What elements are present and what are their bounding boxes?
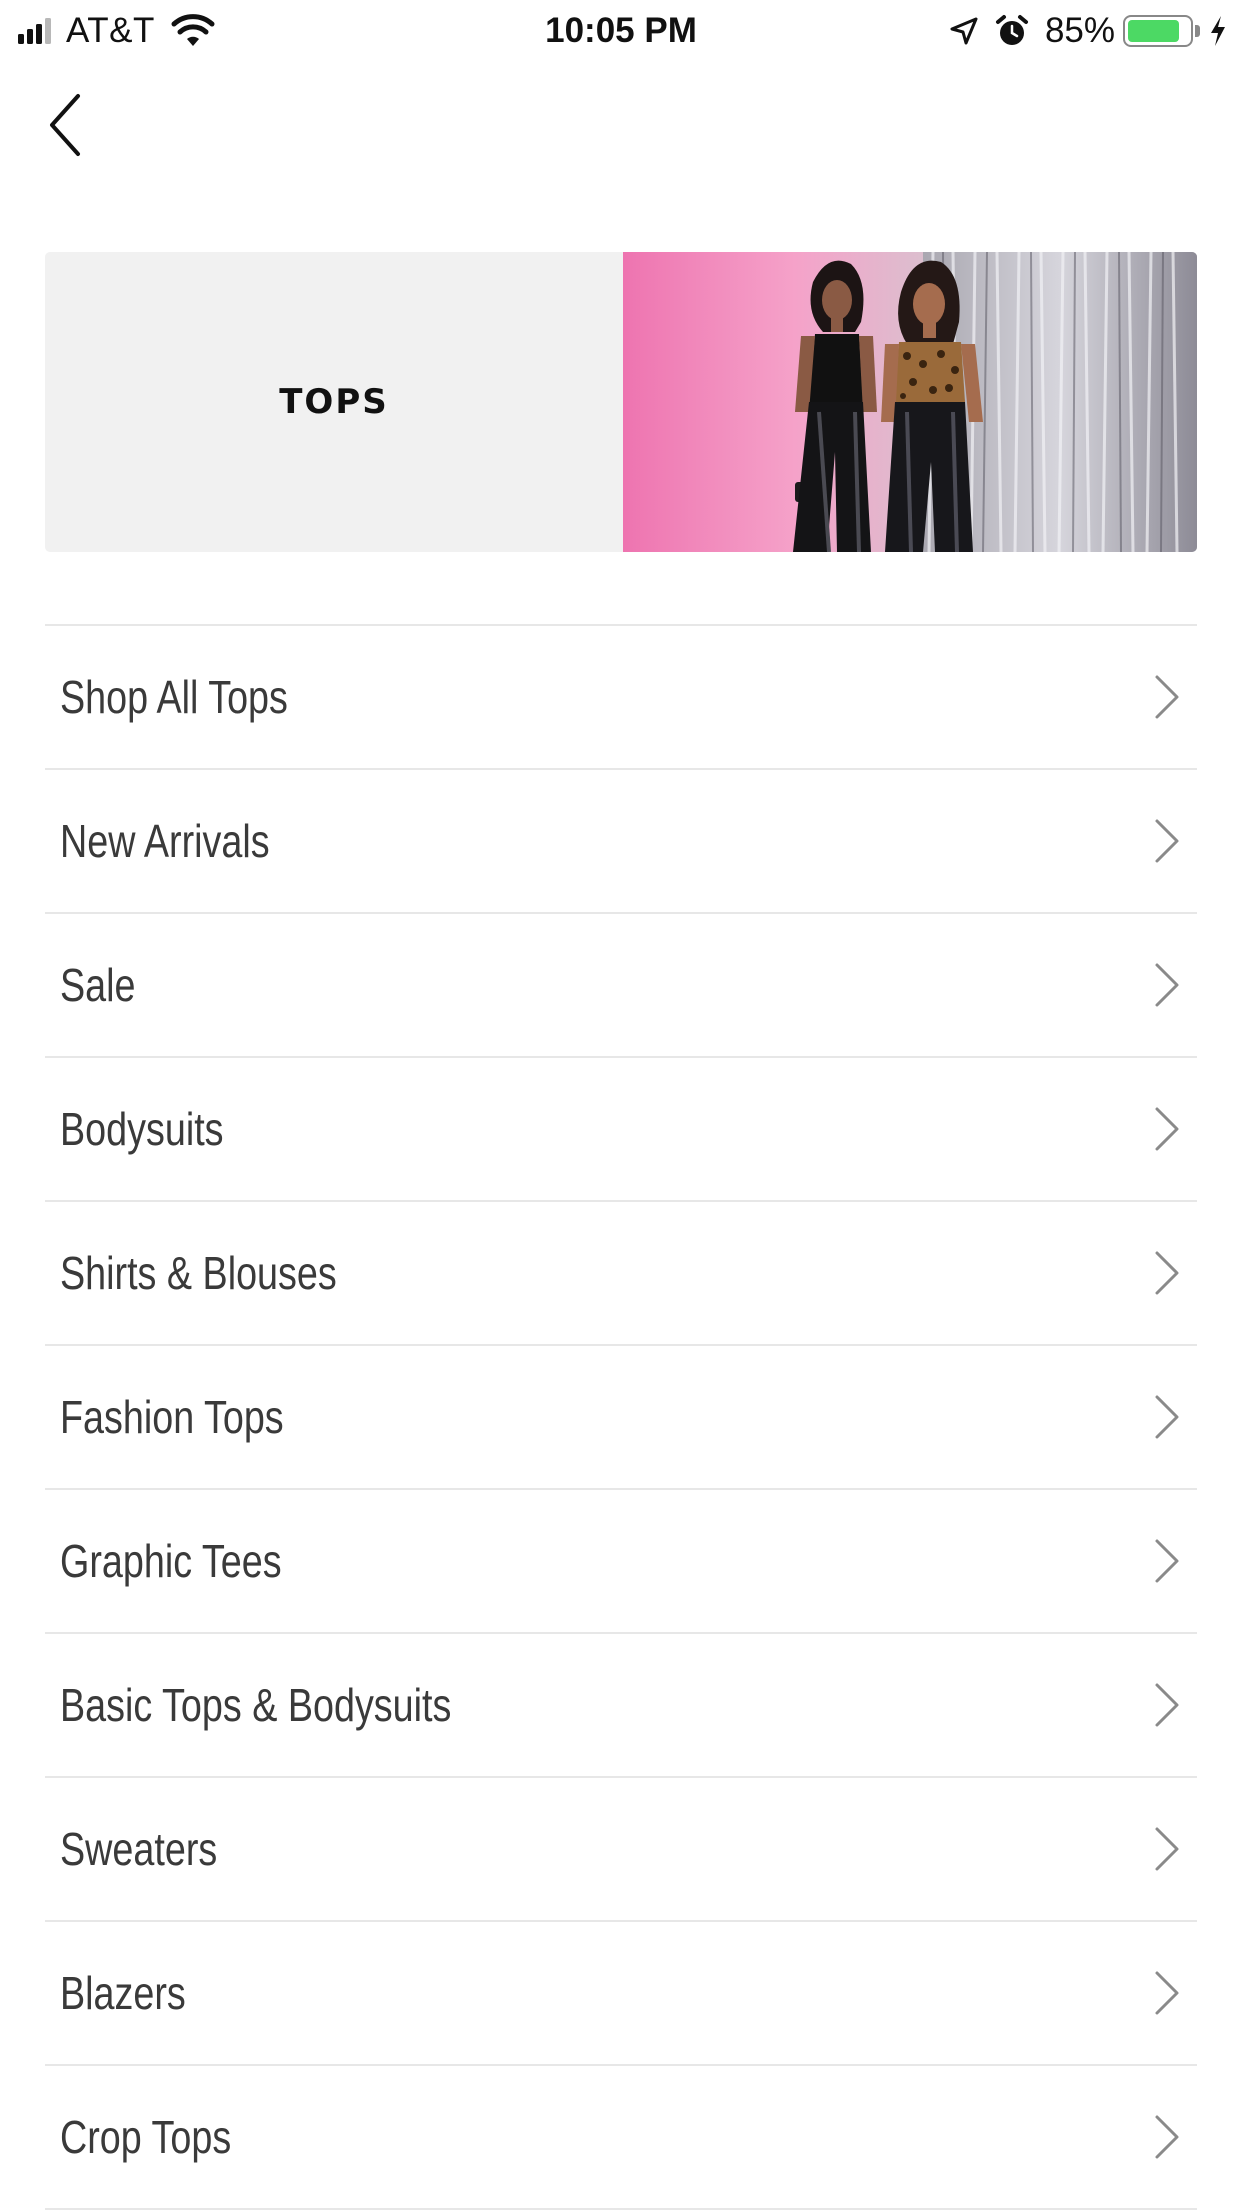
chevron-right-icon bbox=[1155, 1107, 1179, 1151]
menu-item-label: Blazers bbox=[60, 1967, 186, 2019]
menu-item-shop-all-tops[interactable]: Shop All Tops bbox=[45, 626, 1197, 770]
battery-percent: 85% bbox=[1044, 11, 1115, 50]
chevron-right-icon bbox=[1155, 819, 1179, 863]
chevron-right-icon bbox=[1155, 1827, 1179, 1871]
back-button[interactable] bbox=[44, 80, 114, 170]
status-right: 85% bbox=[949, 8, 1228, 54]
menu-item-label: New Arrivals bbox=[60, 815, 270, 867]
chevron-left-icon bbox=[50, 94, 80, 156]
chevron-right-icon bbox=[1155, 1251, 1179, 1295]
banner-photo bbox=[623, 252, 1197, 552]
category-menu-list: Shop All Tops New Arrivals Sale Bodysuit… bbox=[45, 624, 1197, 2210]
menu-item-label: Fashion Tops bbox=[60, 1391, 284, 1443]
menu-item-label: Shop All Tops bbox=[60, 671, 288, 723]
banner-label-area: TOPS bbox=[45, 252, 623, 552]
menu-item-sweaters[interactable]: Sweaters bbox=[45, 1778, 1197, 1922]
banner-title: TOPS bbox=[279, 382, 389, 422]
category-banner[interactable]: TOPS bbox=[45, 252, 1197, 552]
location-icon bbox=[950, 17, 978, 45]
menu-item-label: Shirts & Blouses bbox=[60, 1247, 337, 1299]
status-bar: AT&T 10:05 PM 85% bbox=[0, 0, 1242, 62]
chevron-right-icon bbox=[1155, 2115, 1179, 2159]
menu-item-shirts-blouses[interactable]: Shirts & Blouses bbox=[45, 1202, 1197, 1346]
menu-item-fashion-tops[interactable]: Fashion Tops bbox=[45, 1346, 1197, 1490]
menu-item-sale[interactable]: Sale bbox=[45, 914, 1197, 1058]
menu-item-graphic-tees[interactable]: Graphic Tees bbox=[45, 1490, 1197, 1634]
menu-item-bodysuits[interactable]: Bodysuits bbox=[45, 1058, 1197, 1202]
charging-bolt-icon bbox=[1211, 16, 1225, 46]
menu-item-label: Sweaters bbox=[60, 1823, 218, 1875]
menu-item-crop-tops[interactable]: Crop Tops bbox=[45, 2066, 1197, 2210]
menu-item-label: Graphic Tees bbox=[60, 1535, 282, 1587]
chevron-right-icon bbox=[1155, 1971, 1179, 2015]
menu-item-label: Crop Tops bbox=[60, 2111, 232, 2163]
menu-item-label: Sale bbox=[60, 959, 136, 1011]
battery-icon bbox=[1123, 15, 1193, 47]
menu-item-basic-tops-bodysuits[interactable]: Basic Tops & Bodysuits bbox=[45, 1634, 1197, 1778]
alarm-icon bbox=[995, 15, 1028, 45]
chevron-right-icon bbox=[1155, 1539, 1179, 1583]
chevron-right-icon bbox=[1155, 963, 1179, 1007]
menu-item-new-arrivals[interactable]: New Arrivals bbox=[45, 770, 1197, 914]
chevron-right-icon bbox=[1155, 1395, 1179, 1439]
menu-item-label: Basic Tops & Bodysuits bbox=[60, 1679, 452, 1731]
banner-photo-illustration bbox=[793, 252, 1197, 552]
menu-item-label: Bodysuits bbox=[60, 1103, 224, 1155]
chevron-right-icon bbox=[1155, 1683, 1179, 1727]
menu-item-blazers[interactable]: Blazers bbox=[45, 1922, 1197, 2066]
chevron-right-icon bbox=[1155, 675, 1179, 719]
